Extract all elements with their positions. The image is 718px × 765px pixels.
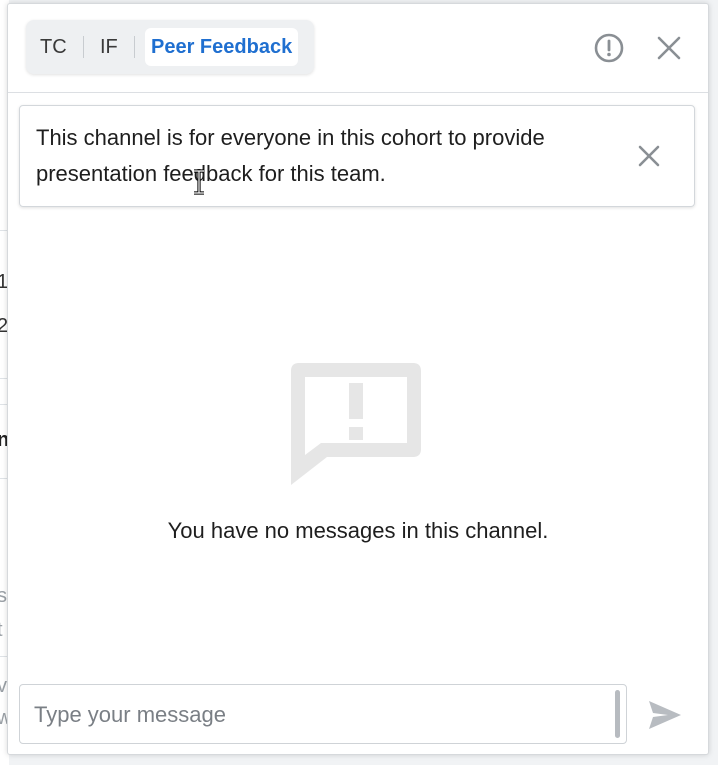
chat-header: TC IF Peer Feedback bbox=[8, 4, 708, 93]
background-text: s bbox=[0, 585, 7, 607]
channel-notice-text: This channel is for everyone in this coh… bbox=[36, 125, 545, 186]
message-alert-icon bbox=[291, 355, 423, 487]
channel-tabs: TC IF Peer Feedback bbox=[26, 20, 314, 74]
tab-separator bbox=[134, 36, 135, 58]
message-composer bbox=[19, 684, 627, 744]
composer-scrollbar[interactable] bbox=[615, 690, 620, 738]
text-cursor-icon bbox=[191, 169, 207, 195]
tab-tc[interactable]: TC bbox=[40, 28, 67, 66]
background-text: t bbox=[0, 620, 3, 640]
empty-state-text: You have no messages in this channel. bbox=[167, 518, 549, 543]
send-icon[interactable] bbox=[646, 698, 684, 732]
background-text: v bbox=[0, 675, 7, 697]
alert-circle-icon[interactable] bbox=[592, 31, 626, 65]
tab-if[interactable]: IF bbox=[100, 28, 118, 66]
close-icon[interactable] bbox=[634, 141, 664, 171]
channel-notice: This channel is for everyone in this coh… bbox=[19, 105, 695, 207]
message-input[interactable] bbox=[32, 693, 596, 737]
tab-separator bbox=[83, 36, 84, 58]
chat-panel: TC IF Peer Feedback This channel is for … bbox=[7, 3, 709, 755]
close-icon[interactable] bbox=[652, 31, 686, 65]
tab-peer-feedback[interactable]: Peer Feedback bbox=[145, 28, 299, 66]
